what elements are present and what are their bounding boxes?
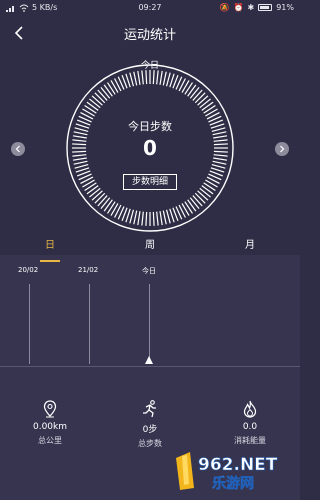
dial-tick: [103, 199, 113, 212]
dial-tick: [212, 160, 227, 165]
dial-tick: [201, 185, 214, 195]
dial-tick: [91, 190, 103, 201]
dial-tick: [194, 92, 206, 104]
dial-tick: [189, 197, 200, 209]
dial-tick: [100, 87, 111, 99]
dial-tick: [91, 95, 103, 106]
dial-tick: [159, 70, 163, 85]
dial-tick: [125, 73, 131, 88]
dial-tick: [107, 82, 116, 95]
dial-tick: [165, 209, 171, 224]
tab-day[interactable]: 日: [20, 236, 80, 256]
dial-tick: [152, 211, 155, 226]
dial-tick: [169, 73, 175, 88]
dial-title: 今日步数: [128, 120, 172, 133]
watermark-text: 962.NET: [198, 455, 278, 475]
dial-tick: [145, 211, 148, 226]
dial-tick: [187, 199, 197, 212]
dial-tick: [203, 182, 216, 191]
timeline-baseline: [0, 366, 300, 367]
dial-tick: [89, 187, 101, 198]
dial-tick: [86, 185, 99, 195]
timeline-label: 21/02: [78, 266, 99, 274]
timeline-gridline: [29, 284, 30, 364]
dial-tick: [197, 95, 209, 106]
dial-tick: [201, 101, 214, 111]
distance-label: 总公里: [38, 436, 62, 445]
dial-tick: [152, 70, 155, 85]
dial-tick: [97, 89, 108, 101]
dial-tick: [84, 182, 97, 191]
dial-tick: [197, 190, 209, 201]
tab-month[interactable]: 月: [220, 236, 280, 256]
dial-tick: [133, 210, 138, 225]
energy-label: 消耗能量: [234, 436, 266, 445]
dial-tick: [75, 167, 90, 173]
dial-tick: [184, 82, 193, 95]
timeline[interactable]: 20/02 21/02 今日: [0, 262, 300, 368]
steps-value: 0步: [142, 425, 158, 435]
dial-tick: [169, 208, 175, 223]
watermark-logo: 962.NET 乐游网: [172, 448, 296, 494]
dial-tick: [203, 105, 216, 114]
dial-tick: [84, 105, 97, 114]
dial-tick: [210, 167, 225, 173]
dial-tick: [156, 70, 159, 85]
current-day-marker: [145, 356, 153, 364]
distance-value: 0.00km: [32, 422, 68, 432]
dial-tick: [73, 160, 88, 165]
dial-tick: [162, 71, 167, 86]
dial-tick: [162, 210, 167, 225]
dial-tick: [199, 98, 211, 109]
dial-tick: [86, 101, 99, 111]
dial-tick: [156, 211, 159, 226]
dial-tick: [194, 192, 206, 204]
dial-tick: [125, 208, 131, 223]
dial-tick: [137, 211, 141, 226]
dial-tick: [189, 87, 200, 99]
dial-tick: [165, 72, 171, 87]
timeline-label: 今日: [142, 267, 156, 275]
timeline-gridline: [89, 284, 90, 364]
watermark-subtext: 乐游网: [212, 475, 254, 492]
dial-tick: [187, 84, 197, 97]
dial-tick: [133, 71, 138, 86]
dial-tick: [137, 70, 141, 85]
dial-tick: [159, 211, 163, 226]
dial-tick: [100, 197, 111, 209]
dial-tick: [141, 70, 144, 85]
dial-tick: [107, 201, 116, 214]
dial-tick: [89, 98, 101, 109]
dial-tick: [192, 195, 203, 207]
dial-tick: [94, 92, 106, 104]
stat-energy: 0.0 消耗能量: [210, 400, 290, 446]
watermark-graphic: 962.NET 乐游网: [176, 452, 278, 492]
running-person-icon: [143, 400, 156, 418]
dial-tick: [74, 163, 89, 169]
dial-tick: [129, 72, 135, 87]
step-count: 0: [143, 136, 157, 160]
flame-icon: [243, 400, 257, 418]
step-detail-button[interactable]: 步数明细: [123, 174, 177, 190]
location-pin-icon: [43, 400, 57, 418]
dial-tick: [145, 70, 148, 85]
dial-tick: [199, 187, 211, 198]
dial-tick: [192, 89, 203, 101]
dial-tick: [103, 84, 113, 97]
stat-steps: 0步 总步数: [110, 400, 190, 449]
dial-tick: [129, 209, 135, 224]
stat-distance: 0.00km 总公里: [10, 400, 90, 446]
dial-tick: [94, 192, 106, 204]
dial-tick: [184, 201, 193, 214]
period-tabs: 日 周 月: [0, 236, 300, 256]
dial-tick: [211, 163, 226, 169]
timeline-gridline: [149, 284, 150, 364]
tab-week[interactable]: 周: [120, 236, 180, 256]
dial-tick: [141, 211, 144, 226]
dial-tick: [97, 195, 108, 207]
energy-value: 0.0: [242, 422, 258, 432]
timeline-label: 20/02: [18, 266, 39, 274]
